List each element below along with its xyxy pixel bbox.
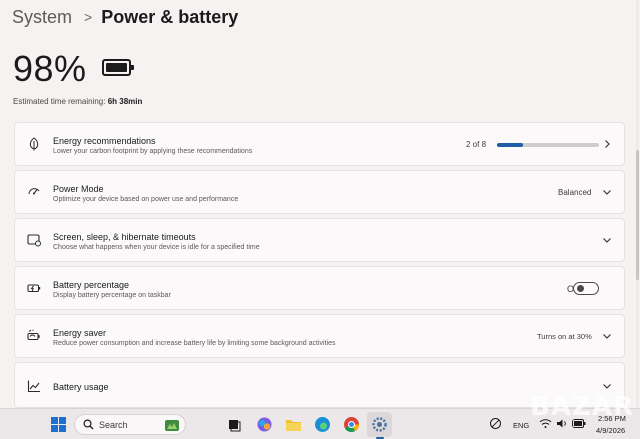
energy-saver-title: Energy saver — [53, 328, 107, 338]
power-mode-card[interactable]: Power Mode Optimize your device based on… — [14, 170, 625, 214]
battery-percentage-toggle[interactable] — [573, 282, 599, 295]
screen-sleep-title: Screen, sleep, & hibernate timeouts — [53, 232, 196, 242]
energy-saver-icon — [27, 329, 40, 341]
estimated-time-label: Estimated time remaining: — [13, 97, 106, 106]
battery-percent: 98% — [13, 48, 87, 89]
power-mode-subtitle: Optimize your device based on power use … — [53, 196, 239, 203]
screen-sleep-card[interactable]: Screen, sleep, & hibernate timeouts Choo… — [14, 218, 625, 262]
chevron-right-icon[interactable] — [602, 139, 612, 149]
chrome-icon[interactable] — [343, 416, 360, 433]
widgets-icon[interactable] — [164, 417, 180, 433]
chevron-down-icon[interactable] — [602, 381, 612, 391]
search-icon — [83, 419, 94, 430]
power-mode-title: Power Mode — [53, 184, 104, 194]
windows-start-icon[interactable] — [50, 416, 67, 433]
battery-usage-title: Battery usage — [53, 382, 109, 392]
breadcrumb-separator: > — [84, 9, 93, 25]
estimated-time-remaining: Estimated time remaining: 6h 38min — [13, 97, 142, 106]
chevron-down-icon[interactable] — [602, 331, 612, 341]
clock-date[interactable]: 4/9/2026 — [596, 426, 625, 435]
energy-recommendations-subtitle: Lower your carbon footprint by applying … — [53, 148, 253, 155]
chevron-down-icon[interactable] — [602, 187, 612, 197]
power-mode-dropdown-value[interactable]: Balanced — [558, 188, 591, 197]
recommendations-progress-fill — [497, 143, 523, 147]
language-indicator[interactable]: ENG — [513, 421, 529, 430]
no-network-icon[interactable] — [489, 417, 502, 430]
scrollbar-thumb[interactable] — [636, 150, 639, 280]
energy-saver-threshold: Turns on at 30% — [537, 332, 592, 341]
search-label: Search — [99, 420, 128, 430]
watermark-logo: BAZAR — [530, 392, 634, 422]
recommendations-progress-bar — [497, 143, 599, 147]
leaf-icon — [29, 137, 39, 151]
estimated-time-value: 6h 38min — [107, 97, 143, 106]
battery-icon — [102, 59, 134, 76]
battery-percentage-card: Battery percentage Display battery perce… — [14, 266, 625, 310]
taskbar-search[interactable]: Search — [74, 414, 186, 435]
settings-page: System > Power & battery 98% Estimated t… — [0, 0, 640, 408]
settings-icon[interactable] — [371, 416, 388, 433]
file-explorer-icon[interactable] — [285, 416, 302, 433]
energy-recommendations-title: Energy recommendations — [53, 136, 156, 146]
recommendations-count: 2 of 8 — [466, 140, 487, 149]
edge-icon[interactable] — [314, 416, 331, 433]
breadcrumb-system-link[interactable]: System — [12, 7, 72, 28]
chart-line-icon — [27, 380, 40, 393]
energy-saver-card[interactable]: Energy saver Reduce power consumption an… — [14, 314, 625, 358]
battery-percentage-subtitle: Display battery percentage on taskbar — [53, 292, 171, 299]
task-view-icon[interactable] — [226, 416, 243, 433]
battery-percentage-title: Battery percentage — [53, 280, 130, 290]
energy-saver-subtitle: Reduce power consumption and increase ba… — [53, 340, 336, 347]
energy-recommendations-card[interactable]: Energy recommendations Lower your carbon… — [14, 122, 625, 166]
page-title: Power & battery — [101, 6, 239, 27]
power-mode-icon — [28, 188, 40, 195]
battery-charging-icon — [27, 284, 41, 293]
scrollbar[interactable] — [636, 0, 639, 408]
breadcrumb: System > Power & battery — [12, 6, 238, 28]
screen-sleep-subtitle: Choose what happens when your device is … — [53, 244, 260, 251]
chevron-down-icon[interactable] — [602, 235, 612, 245]
screen-sleep-icon — [27, 234, 41, 247]
copilot-icon[interactable] — [256, 416, 273, 433]
